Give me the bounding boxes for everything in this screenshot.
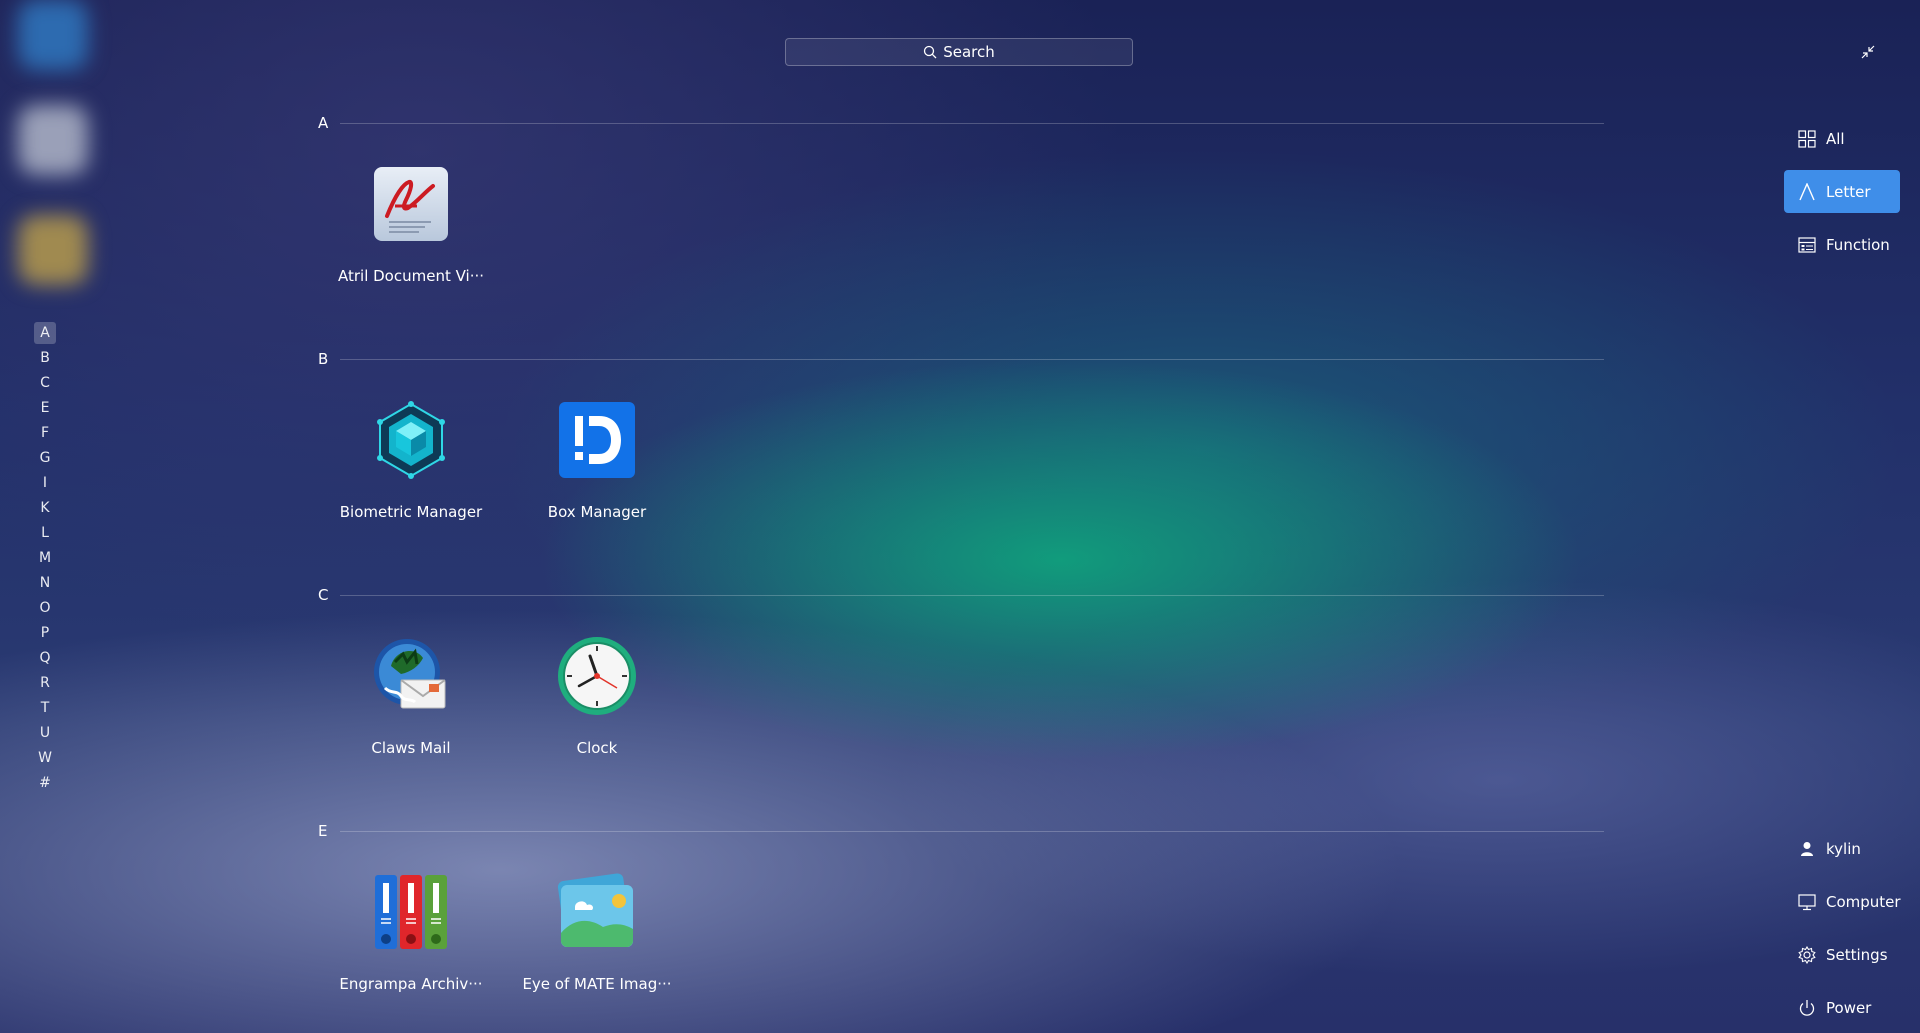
letter-index-item[interactable]: I: [34, 472, 56, 497]
dock-app-blur: [18, 215, 88, 285]
power-icon: [1799, 999, 1815, 1016]
collapse-icon[interactable]: [1860, 44, 1876, 60]
computer-button[interactable]: Computer: [1784, 880, 1901, 923]
letter-index-item[interactable]: W: [34, 747, 56, 772]
letter-index-item[interactable]: T: [34, 697, 56, 722]
user-icon: [1801, 841, 1813, 856]
section-letter: A: [318, 114, 329, 132]
app-section-a: A Atril Document Vi···: [318, 113, 1604, 313]
letter-index-item[interactable]: L: [34, 522, 56, 547]
section-letter: C: [318, 586, 329, 604]
view-mode-function[interactable]: Function: [1784, 223, 1900, 266]
letter-index-item[interactable]: A: [34, 322, 56, 344]
monitor-icon: [1798, 893, 1816, 910]
claws-mail-icon: [374, 639, 446, 709]
app-section-e: E Engrampa Archiv··· Eye of MATE Imag···: [318, 821, 1604, 1021]
section-divider: [340, 830, 1604, 832]
app-section-c: C Claws Mail Clock: [318, 585, 1604, 785]
search-icon: [924, 45, 937, 59]
dock-app-blur: [18, 0, 88, 70]
computer-label: Computer: [1826, 892, 1901, 911]
view-mode-all[interactable]: All: [1784, 117, 1900, 160]
settings-button[interactable]: Settings: [1784, 933, 1900, 976]
letter-index-item[interactable]: #: [34, 772, 56, 797]
app-box-manager[interactable]: Box Manager: [504, 400, 690, 521]
letter-index-item[interactable]: N: [34, 572, 56, 597]
app-label: Clock: [576, 739, 618, 757]
app-engrampa[interactable]: Engrampa Archiv···: [318, 872, 504, 993]
app-label: Biometric Manager: [339, 503, 483, 521]
view-mode-label: Letter: [1826, 182, 1871, 201]
letter-a-icon: [1799, 182, 1815, 200]
function-list-icon: [1798, 236, 1816, 253]
section-letter: B: [318, 350, 329, 368]
user-button[interactable]: kylin: [1784, 827, 1900, 870]
search-placeholder: Search: [943, 43, 995, 61]
letter-index-item[interactable]: Q: [34, 647, 56, 672]
letter-index-item[interactable]: B: [34, 347, 56, 372]
user-name: kylin: [1826, 839, 1861, 858]
letter-index-item[interactable]: P: [34, 622, 56, 647]
letter-index-item[interactable]: U: [34, 722, 56, 747]
biometric-icon: [377, 401, 445, 479]
letter-index: A B C E F G I K L M N O P Q R T U W #: [34, 322, 56, 797]
letter-index-item[interactable]: E: [34, 397, 56, 422]
letter-index-item[interactable]: K: [34, 497, 56, 522]
box-manager-icon: [559, 402, 635, 478]
view-mode-label: All: [1826, 129, 1845, 148]
gear-icon: [1798, 945, 1816, 964]
app-label: Box Manager: [547, 503, 647, 521]
letter-index-item[interactable]: M: [34, 547, 56, 572]
app-section-b: B Biometric Manager Box Manager: [318, 349, 1604, 549]
view-mode-letter[interactable]: Letter: [1784, 170, 1900, 213]
eye-of-mate-icon: [557, 873, 633, 947]
app-biometric-manager[interactable]: Biometric Manager: [318, 400, 504, 521]
view-mode-label: Function: [1826, 235, 1890, 254]
app-label: Claws Mail: [371, 739, 451, 757]
section-divider: [340, 594, 1604, 596]
search-box[interactable]: Search: [785, 38, 1133, 66]
app-label: Engrampa Archiv···: [339, 975, 483, 993]
grid-icon: [1798, 129, 1816, 148]
section-divider: [340, 122, 1604, 124]
clock-icon: [558, 637, 636, 715]
letter-index-item[interactable]: C: [34, 372, 56, 397]
app-claws-mail[interactable]: Claws Mail: [318, 636, 504, 757]
power-button[interactable]: Power: [1784, 986, 1900, 1029]
settings-label: Settings: [1826, 945, 1888, 964]
letter-index-item[interactable]: R: [34, 672, 56, 697]
dock-app-blur: [18, 105, 88, 175]
app-eye-of-mate[interactable]: Eye of MATE Imag···: [504, 872, 690, 993]
section-letter: E: [318, 822, 328, 840]
letter-index-item[interactable]: O: [34, 597, 56, 622]
app-clock[interactable]: Clock: [504, 636, 690, 757]
atril-icon: [374, 167, 448, 241]
power-label: Power: [1826, 998, 1872, 1017]
app-label: Atril Document Vi···: [337, 267, 485, 285]
letter-index-item[interactable]: G: [34, 447, 56, 472]
letter-index-item[interactable]: F: [34, 422, 56, 447]
section-divider: [340, 358, 1604, 360]
app-label: Eye of MATE Imag···: [522, 975, 672, 993]
app-atril[interactable]: Atril Document Vi···: [318, 164, 504, 285]
engrampa-icon: [375, 875, 447, 949]
